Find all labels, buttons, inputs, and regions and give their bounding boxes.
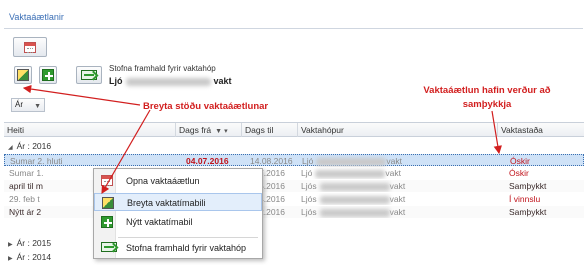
cell-vaktastada: Óskir [509,168,529,178]
group-by-value: Ár [15,100,23,109]
cell-vaktastada: Samþykkt [509,207,547,217]
hopur-suffix: vakt [389,181,406,191]
hopur-prefix: Ljós [301,194,317,204]
grid-header: Heiti Dags frá ▼ ▾ Dags til Vaktahópur Vak… [4,123,584,137]
chevron-down-icon: ▼ [34,103,41,110]
annotation-line-1: Vaktaáætlun hafin verður að [423,85,551,96]
group-row-2014[interactable]: ▶ Ár : 2014 [4,251,584,263]
group-label: Ár : 2014 [16,252,52,262]
team-name: Ljó vakt [109,76,232,86]
cell-heiti: Sumar 2. hluti [10,156,63,166]
page-title: Vaktaáætlanir [9,12,64,22]
team-label: Stofna framhald fyrir vaktahóp [109,64,216,73]
hopur-suffix: vakt [385,168,401,178]
table-row[interactable]: Nýtt ár 2 2.2016 Ljós vakt Samþykkt [4,206,584,218]
menu-item-continue-team[interactable]: Stofna framhald fyrir vaktahóp [94,239,262,257]
hopur-prefix: Ljós [301,207,317,217]
menu-item-label: Opna vaktaáætlun [126,176,200,186]
table-row[interactable]: april til m 5.2016 Ljós vakt Samþykkt [4,180,584,192]
continue-team-button[interactable] [76,66,102,84]
hopur-suffix: vakt [386,156,402,166]
filter-icon[interactable]: ▾ [224,128,228,135]
change-status-button[interactable] [14,66,32,84]
header-divider [4,28,583,29]
pencil-edit-icon [17,69,29,81]
column-heiti[interactable]: Heiti [4,123,176,137]
green-plus-icon [101,216,113,228]
calendar-icon [101,175,113,186]
schedule-window: Vaktaáætlanir Stofna framhald fyrir vakt… [0,0,587,265]
menu-item-label: Stofna framhald fyrir vaktahóp [126,243,247,253]
redacted-text [315,169,386,178]
group-label: Ár : 2015 [16,238,52,248]
calendar-button[interactable] [13,37,47,57]
table-row[interactable]: Sumar 1. 7.2016 Ljó vakt Óskir [4,167,584,179]
column-vaktahopur-label: Vaktahópur [301,125,344,135]
column-dags-fra[interactable]: Dags frá ▼ ▾ [176,123,242,137]
cell-vaktahopur: Ljó vakt [298,167,498,179]
menu-item-edit-period[interactable]: Breyta vaktatímabili [94,193,262,211]
hopur-suffix: vakt [389,194,406,204]
table-row[interactable]: 29. feb t 4.2016 Ljós vakt Í vinnslu [4,193,584,205]
cell-vaktahopur: Ljó vakt [299,155,499,167]
cell-vaktastada: Óskir [510,156,530,166]
group-row-2015[interactable]: ▶ Ár : 2015 [4,237,584,249]
annotation-change-status: Breyta stöðu vaktaáætlunar [143,101,269,112]
column-dags-fra-label: Dags frá [179,125,212,135]
menu-separator [118,237,258,238]
column-dags-til[interactable]: Dags til [242,123,298,137]
cell-vaktahopur: Ljós vakt [298,206,498,218]
group-by-select[interactable]: Ár ▼ [11,98,45,112]
column-vaktahopur[interactable]: Vaktahópur [298,123,498,137]
group-label: Ár : 2016 [16,141,52,151]
column-vaktastada[interactable]: Vaktastaða [498,123,584,137]
sort-down-icon: ▼ [215,128,223,135]
redacted-text [319,182,390,191]
cell-vaktastada: Í vinnslu [509,194,541,204]
cell-vaktastada: Samþykkt [509,181,547,191]
continue-arrow-icon [81,70,97,80]
calendar-icon [24,41,36,53]
team-name-prefix: Ljó [109,76,123,86]
hopur-suffix: vakt [389,207,406,217]
hopur-prefix: Ljó [301,168,313,178]
cell-vaktahopur: Ljós vakt [298,180,498,192]
redacted-text [125,77,211,86]
annotation-must-approve: Vaktaáætlun hafin verður að samþykkja [392,84,582,112]
redacted-text [319,195,390,204]
table-row[interactable]: Sumar 2. hluti 04.07.2016 14.08.2016 Ljó… [4,154,584,166]
cell-dags-til: 14.08.2016 [250,156,293,166]
team-name-suffix: vakt [213,76,232,86]
expand-triangle-icon[interactable]: ▶ [8,242,13,248]
expand-triangle-icon[interactable]: ▶ [8,256,13,262]
cell-dags-fra: 04.07.2016 [186,156,229,166]
new-period-button[interactable] [39,66,57,84]
context-menu: Opna vaktaáætlun Breyta vaktatímabili Ný… [93,168,263,259]
menu-item-label: Breyta vaktatímabili [127,198,206,208]
menu-item-open[interactable]: Opna vaktaáætlun [94,172,262,190]
menu-item-label: Nýtt vaktatímabil [126,217,193,227]
redacted-text [319,208,390,217]
column-vaktastada-label: Vaktastaða [501,125,543,135]
continue-arrow-icon [101,242,117,252]
schedule-grid: Heiti Dags frá ▼ ▾ Dags til Vaktahópur Vak… [4,122,584,265]
annotation-line-2: samþykkja [462,99,512,110]
redacted-text [316,157,387,166]
menu-item-new-period[interactable]: Nýtt vaktatímabil [94,213,262,231]
green-plus-icon [42,69,54,81]
collapse-triangle-icon[interactable]: ◢ [8,145,13,151]
hopur-prefix: Ljós [301,181,317,191]
group-row-2016[interactable]: ◢ Ár : 2016 [4,140,584,152]
pencil-edit-icon [102,197,114,209]
cell-vaktahopur: Ljós vakt [298,193,498,205]
column-dags-til-label: Dags til [245,125,274,135]
hopur-prefix: Ljó [302,156,314,166]
column-heiti-label: Heiti [7,125,25,135]
